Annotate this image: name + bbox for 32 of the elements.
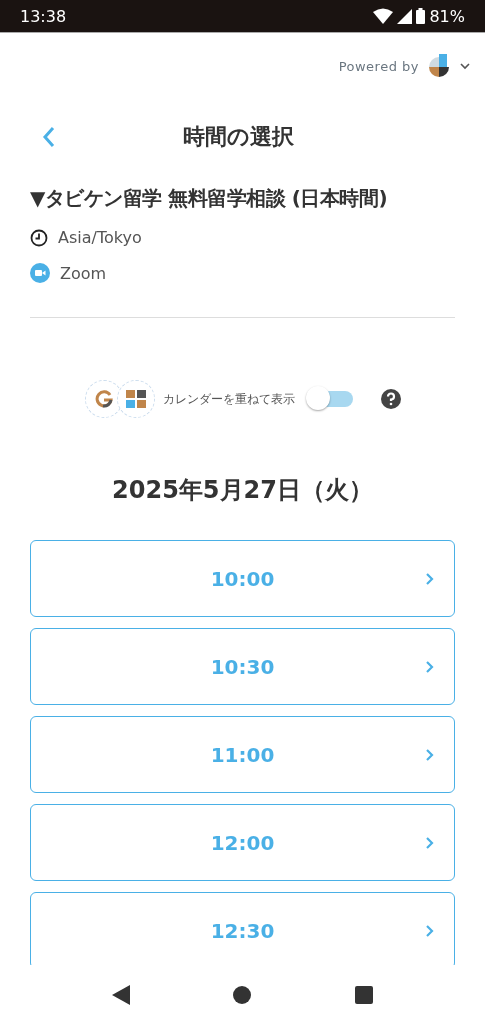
back-chevron-icon xyxy=(42,125,56,149)
caret-icon[interactable] xyxy=(459,62,471,70)
calendar-overlay-label: カレンダーを重ねて表示 xyxy=(162,390,295,408)
home-nav-icon[interactable] xyxy=(233,985,252,1004)
selected-date: 2025年5月27日（火） xyxy=(111,475,374,506)
video-camera-icon xyxy=(30,263,50,283)
time-slot-button[interactable]: 12:00 xyxy=(30,804,455,881)
calendar-overlay-toggle[interactable] xyxy=(304,386,355,412)
chevron-right-icon xyxy=(425,747,434,762)
chevron-right-icon xyxy=(425,571,434,586)
page-title: 時間の選択 xyxy=(182,123,295,151)
chevron-right-icon xyxy=(425,659,434,674)
back-nav-icon[interactable] xyxy=(111,984,130,1005)
location-text: Zoom xyxy=(60,263,107,283)
battery-percent: 81% xyxy=(429,6,465,26)
powered-by-label: Powered by xyxy=(338,58,419,74)
clock-icon xyxy=(30,228,48,247)
wifi-icon xyxy=(373,8,394,24)
logo-icon xyxy=(427,53,451,79)
time-slot-button[interactable]: 12:30 xyxy=(30,892,455,965)
recents-nav-icon[interactable] xyxy=(355,985,374,1004)
timezone-text: Asia/Tokyo xyxy=(58,228,142,247)
help-icon[interactable] xyxy=(380,389,401,409)
signal-icon xyxy=(397,8,413,24)
event-title: ▼タビケン留学 無料留学相談 (日本時間) xyxy=(30,185,389,212)
time-slot-button[interactable]: 10:00 xyxy=(30,540,455,617)
chevron-right-icon xyxy=(425,923,434,938)
status-time: 13:38 xyxy=(20,6,67,26)
time-slot-button[interactable]: 11:00 xyxy=(30,716,455,793)
battery-icon xyxy=(416,8,426,24)
time-slot-button[interactable]: 10:30 xyxy=(30,628,455,705)
chevron-right-icon xyxy=(425,835,434,850)
